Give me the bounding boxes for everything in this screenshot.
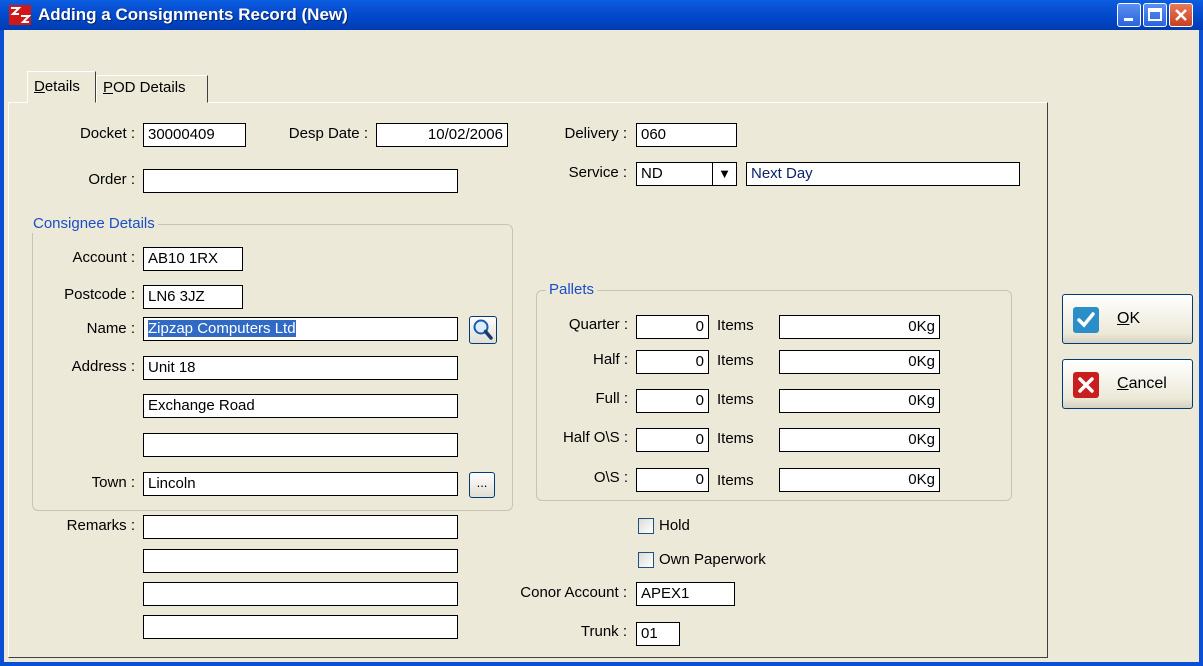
- pallet-full-items-label: Items: [717, 391, 754, 408]
- chevron-down-icon[interactable]: ▼: [712, 163, 736, 185]
- x-icon: [1073, 372, 1099, 398]
- pallet-half-os-label: Half O\S :: [562, 429, 628, 446]
- docket-field[interactable]: 30000409: [143, 123, 246, 147]
- ok-label: OK: [1117, 310, 1141, 327]
- magnifier-icon: [473, 319, 493, 340]
- pallet-half-items-label: Items: [717, 352, 754, 369]
- app-icon: [9, 5, 32, 25]
- tab-details[interactable]: Details: [27, 71, 96, 103]
- pallet-half-os-count[interactable]: 0: [636, 428, 709, 452]
- trunk-label: Trunk :: [580, 623, 627, 640]
- pallet-quarter-weight[interactable]: 0Kg: [779, 315, 940, 339]
- pallet-half-os-items-label: Items: [717, 430, 754, 447]
- postcode-label: Postcode :: [64, 286, 135, 303]
- delivery-label: Delivery :: [564, 125, 627, 142]
- address-line-1[interactable]: Unit 18: [143, 356, 458, 380]
- ok-button[interactable]: OK: [1062, 294, 1193, 344]
- tab-pod-details[interactable]: POD Details: [96, 75, 208, 103]
- conor-account-field[interactable]: APEX1: [636, 582, 735, 606]
- address-line-2[interactable]: Exchange Road: [143, 394, 458, 418]
- pallet-quarter-count[interactable]: 0: [636, 315, 709, 339]
- maximize-icon: [1148, 8, 1162, 21]
- docket-label: Docket :: [79, 125, 135, 142]
- address-label: Address :: [71, 358, 135, 375]
- conor-account-label: Conor Account :: [520, 584, 627, 601]
- checkmark-icon: [1073, 307, 1099, 333]
- name-label: Name :: [86, 320, 135, 337]
- town-lookup-button[interactable]: ...: [469, 472, 495, 498]
- service-select[interactable]: ND ▼: [636, 162, 737, 186]
- pallet-os-label: O\S :: [593, 469, 628, 486]
- desp-date-label: Desp Date :: [288, 125, 368, 142]
- pallet-half-count[interactable]: 0: [636, 350, 709, 374]
- window-border-left: [0, 30, 4, 666]
- pallet-os-items-label: Items: [717, 472, 754, 489]
- pallets-group-title: Pallets: [546, 281, 598, 299]
- minimize-icon: [1124, 18, 1133, 21]
- service-label: Service :: [568, 164, 627, 181]
- pallet-quarter-label: Quarter :: [568, 316, 628, 333]
- window-title: Adding a Consignments Record (New): [38, 5, 348, 24]
- hold-checkbox[interactable]: [638, 518, 654, 534]
- name-field[interactable]: Zipzap Computers Ltd: [143, 317, 458, 341]
- pallet-half-weight[interactable]: 0Kg: [779, 350, 940, 374]
- pallet-full-count[interactable]: 0: [636, 389, 709, 413]
- pallet-os-count[interactable]: 0: [636, 468, 709, 492]
- desp-date-field[interactable]: 10/02/2006: [376, 123, 508, 147]
- cancel-label: Cancel: [1117, 375, 1167, 392]
- pallet-full-label: Full :: [595, 390, 628, 407]
- remarks-line-1[interactable]: [143, 515, 458, 539]
- service-code: ND: [641, 165, 663, 182]
- maximize-button[interactable]: [1143, 3, 1167, 27]
- remarks-line-4[interactable]: [143, 615, 458, 639]
- close-icon: [1175, 9, 1187, 21]
- pallet-half-os-weight[interactable]: 0Kg: [779, 428, 940, 452]
- trunk-field[interactable]: 01: [636, 622, 680, 646]
- consignee-group-title: Consignee Details: [30, 215, 158, 233]
- minimize-button[interactable]: [1117, 3, 1141, 27]
- order-field[interactable]: [143, 169, 458, 193]
- postcode-field[interactable]: LN6 3JZ: [143, 285, 243, 309]
- cancel-button[interactable]: Cancel: [1062, 359, 1193, 409]
- remarks-line-3[interactable]: [143, 582, 458, 606]
- order-label: Order :: [88, 171, 135, 188]
- town-label: Town :: [91, 474, 135, 491]
- address-line-3[interactable]: [143, 433, 458, 457]
- name-selected-text: Zipzap Computers Ltd: [148, 320, 296, 337]
- account-field[interactable]: AB10 1RX: [143, 247, 243, 271]
- pallet-quarter-items-label: Items: [717, 317, 754, 334]
- town-field[interactable]: Lincoln: [143, 472, 458, 496]
- remarks-label: Remarks :: [66, 517, 135, 534]
- hold-label[interactable]: Hold: [659, 515, 690, 537]
- own-paperwork-label[interactable]: Own Paperwork: [659, 549, 766, 571]
- pallet-os-weight[interactable]: 0Kg: [779, 468, 940, 492]
- window-border-bottom: [0, 662, 1203, 666]
- pallet-full-weight[interactable]: 0Kg: [779, 389, 940, 413]
- window-border-right: [1199, 30, 1203, 666]
- pallet-half-label: Half :: [592, 351, 628, 368]
- account-label: Account :: [72, 249, 135, 266]
- service-name-field: Next Day: [746, 162, 1020, 186]
- own-paperwork-checkbox[interactable]: [638, 552, 654, 568]
- delivery-field[interactable]: 060: [636, 123, 737, 147]
- search-button[interactable]: [469, 316, 497, 344]
- remarks-line-2[interactable]: [143, 549, 458, 573]
- close-button[interactable]: [1169, 3, 1193, 27]
